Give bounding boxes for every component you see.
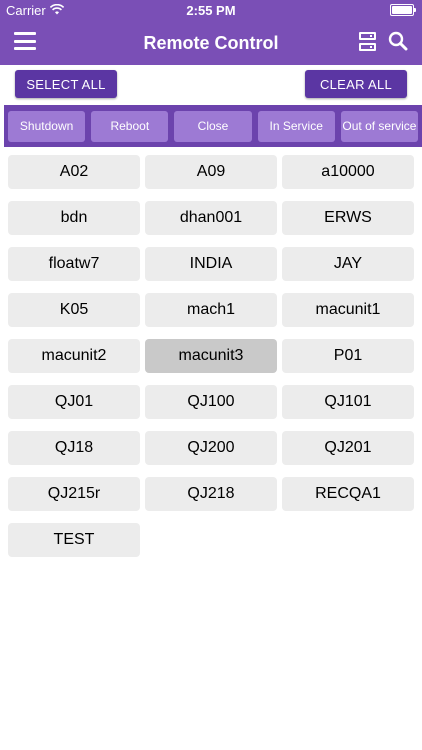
selection-toolbar: SELECT ALL CLEAR ALL	[0, 65, 422, 105]
reboot-button[interactable]: Reboot	[91, 110, 169, 142]
unit-cell[interactable]: macunit1	[282, 293, 414, 327]
shutdown-button[interactable]: Shutdown	[8, 110, 86, 142]
status-bar: Carrier 2:55 PM	[0, 0, 422, 21]
unit-cell[interactable]: QJ215r	[8, 477, 140, 511]
unit-cell[interactable]: QJ218	[145, 477, 277, 511]
unit-cell[interactable]: INDIA	[145, 247, 277, 281]
unit-cell[interactable]: QJ201	[282, 431, 414, 465]
server-icon[interactable]	[359, 32, 376, 51]
unit-cell[interactable]: mach1	[145, 293, 277, 327]
unit-cell[interactable]: a10000	[282, 155, 414, 189]
unit-cell[interactable]: QJ200	[145, 431, 277, 465]
nav-bar: Remote Control	[0, 21, 422, 65]
unit-cell[interactable]: floatw7	[8, 247, 140, 281]
unit-cell[interactable]: ERWS	[282, 201, 414, 235]
select-all-button[interactable]: SELECT ALL	[15, 70, 117, 98]
unit-cell[interactable]: QJ100	[145, 385, 277, 419]
unit-cell[interactable]: RECQA1	[282, 477, 414, 511]
unit-cell[interactable]: A09	[145, 155, 277, 189]
unit-cell[interactable]: K05	[8, 293, 140, 327]
close-button[interactable]: Close	[174, 110, 252, 142]
clear-all-button[interactable]: CLEAR ALL	[305, 70, 407, 98]
unit-cell[interactable]: JAY	[282, 247, 414, 281]
battery-icon	[390, 4, 416, 16]
unit-cell[interactable]: A02	[8, 155, 140, 189]
unit-cell[interactable]: macunit2	[8, 339, 140, 373]
in-service-button[interactable]: In Service	[257, 110, 335, 142]
unit-cell[interactable]: bdn	[8, 201, 140, 235]
unit-cell[interactable]: QJ18	[8, 431, 140, 465]
unit-cell[interactable]: P01	[282, 339, 414, 373]
unit-cell[interactable]: QJ101	[282, 385, 414, 419]
unit-cell[interactable]: TEST	[8, 523, 140, 557]
unit-cell[interactable]: QJ01	[8, 385, 140, 419]
status-time: 2:55 PM	[186, 3, 236, 18]
action-bar: Shutdown Reboot Close In Service Out of …	[4, 105, 422, 147]
search-icon[interactable]	[388, 31, 408, 51]
out-of-service-button[interactable]: Out of service	[340, 110, 419, 142]
unit-cell[interactable]: dhan001	[145, 201, 277, 235]
unit-cell[interactable]: macunit3	[145, 339, 277, 373]
unit-grid: A02 A09 a10000 bdn dhan001 ERWS floatw7 …	[8, 155, 414, 557]
